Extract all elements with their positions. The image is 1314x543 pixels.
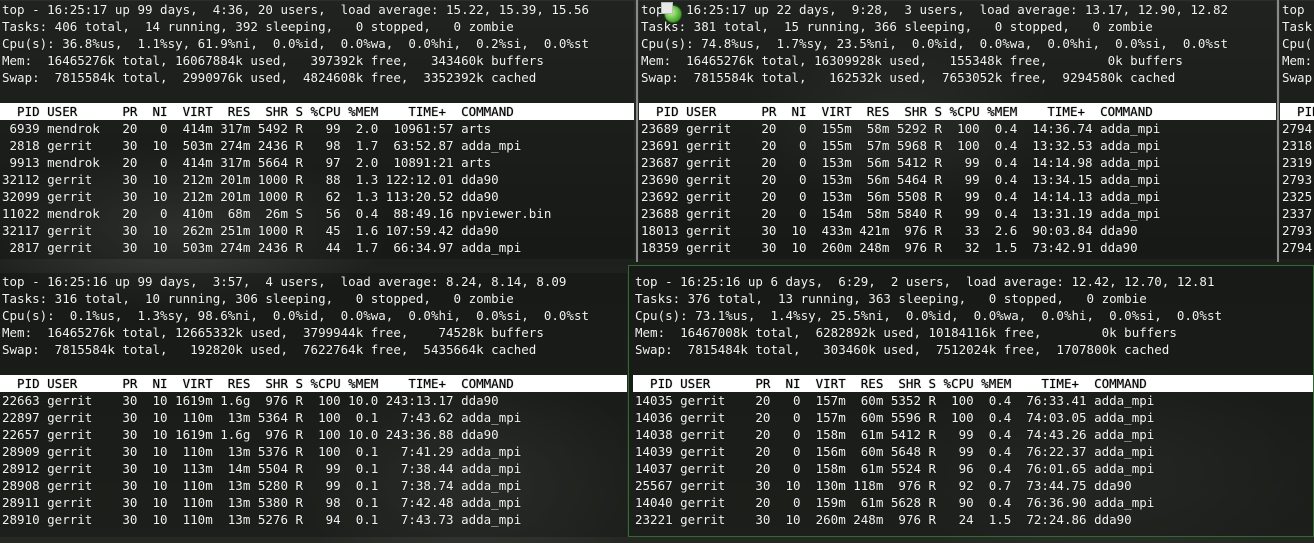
process-row: 32117 gerrit 30 10 262m 251m 1000 R 45 1… xyxy=(2,223,499,238)
process-row: 14038 gerrit 20 0 158m 61m 5412 R 99 0.4… xyxy=(635,427,1155,442)
process-row: 11022 mendrok 20 0 410m 68m 26m S 56 0.4… xyxy=(2,206,552,221)
process-row: 23690 gerrit 20 0 153m 56m 5464 R 99 0.4… xyxy=(641,172,1161,187)
window-divider xyxy=(1277,0,1279,262)
mem-line: Mem: 16465276k total, 16309928k used, 15… xyxy=(641,53,1183,68)
terminal-top-left[interactable]: top - 16:25:17 up 99 days, 4:36, 20 user… xyxy=(0,1,634,259)
tasks-line: Tasks: 406 total, 14 running, 392 sleepi… xyxy=(2,19,514,34)
terminal-clipped-right[interactable]: top Task Cpu( Mem: Swap PID 2794 2318 23… xyxy=(1280,1,1314,259)
tasks-line: Task xyxy=(1282,19,1313,34)
top-summary-line: top xyxy=(1282,2,1305,17)
process-table-header: PID USER PR NI VIRT RES SHR S %CPU %MEM … xyxy=(633,375,1313,392)
process-table-header: PID USER PR NI VIRT RES SHR S %CPU %MEM … xyxy=(0,103,634,120)
process-row: 32099 gerrit 30 10 212m 201m 1000 R 62 1… xyxy=(2,189,499,204)
cpu-line: Cpu(s): 73.1%us, 1.4%sy, 25.5%ni, 0.0%id… xyxy=(635,308,1222,323)
top-summary-line: top - 16:25:16 up 6 days, 6:29, 2 users,… xyxy=(635,274,1215,289)
process-row: 9913 mendrok 20 0 414m 317m 5664 R 97 2.… xyxy=(2,155,492,170)
window-divider xyxy=(636,0,638,262)
process-row: 23221 gerrit 30 10 260m 248m 976 R 24 1.… xyxy=(635,512,1132,527)
process-row: 23688 gerrit 20 0 154m 58m 5840 R 99 0.4… xyxy=(641,206,1161,221)
process-row: 28911 gerrit 30 10 110m 13m 5380 R 98 0.… xyxy=(2,495,522,510)
process-row: 23692 gerrit 20 0 153m 56m 5508 R 99 0.4… xyxy=(641,189,1161,204)
process-table-header: PID USER PR NI VIRT RES SHR S %CPU %MEM … xyxy=(0,375,627,392)
process-row: 2793 xyxy=(1282,172,1313,187)
mem-line: Mem: xyxy=(1282,53,1313,68)
process-row: 18359 gerrit 30 10 260m 248m 976 R 32 1.… xyxy=(641,240,1138,255)
app-window-icon[interactable] xyxy=(661,2,682,23)
swap-line: Swap xyxy=(1282,70,1313,85)
cpu-line: Cpu(s): 36.8%us, 1.1%sy, 61.9%ni, 0.0%id… xyxy=(2,36,589,51)
process-row: 23689 gerrit 20 0 155m 58m 5292 R 100 0.… xyxy=(641,121,1161,136)
mem-line: Mem: 16465276k total, 12665332k used, 37… xyxy=(2,325,544,340)
process-row: 18013 gerrit 30 10 433m 421m 976 R 33 2.… xyxy=(641,223,1138,238)
swap-line: Swap: 7815584k total, 162532k used, 7653… xyxy=(641,70,1176,85)
tasks-line: Tasks: 381 total, 15 running, 366 sleepi… xyxy=(641,19,1153,34)
process-row: 2337 xyxy=(1282,206,1313,221)
process-row: 2319 xyxy=(1282,155,1313,170)
terminal-bottom-right[interactable]: top - 16:25:16 up 6 days, 6:29, 2 users,… xyxy=(628,265,1314,537)
process-row: 23691 gerrit 20 0 155m 57m 5968 R 100 0.… xyxy=(641,138,1161,153)
terminal-bottom-left[interactable]: top - 16:25:16 up 99 days, 3:57, 4 users… xyxy=(0,273,627,537)
process-row: 28910 gerrit 30 10 110m 13m 5276 R 94 0.… xyxy=(2,512,522,527)
process-row: 22663 gerrit 30 10 1619m 1.6g 976 R 100 … xyxy=(2,393,499,408)
tasks-line: Tasks: 316 total, 10 running, 306 sleepi… xyxy=(2,291,514,306)
process-row: 14040 gerrit 20 0 159m 61m 5628 R 90 0.4… xyxy=(635,495,1155,510)
process-row: 32112 gerrit 30 10 212m 201m 1000 R 88 1… xyxy=(2,172,499,187)
cpu-line: Cpu( xyxy=(1282,36,1313,51)
process-table-header: PID USER PR NI VIRT RES SHR S %CPU %MEM … xyxy=(639,103,1276,120)
swap-line: Swap: 7815584k total, 2990976k used, 482… xyxy=(2,70,537,85)
swap-line: Swap: 7815484k total, 303460k used, 7512… xyxy=(635,342,1170,357)
process-row: 2793 xyxy=(1282,223,1313,238)
process-row: 28909 gerrit 30 10 110m 13m 5376 R 100 0… xyxy=(2,444,522,459)
process-row: 2794 xyxy=(1282,121,1313,136)
process-row: 2325 xyxy=(1282,189,1313,204)
top-summary-line: top - 16:25:16 up 99 days, 3:57, 4 users… xyxy=(2,274,567,289)
mem-line: Mem: 16465276k total, 16067884k used, 39… xyxy=(2,53,544,68)
process-row: 28912 gerrit 30 10 113m 14m 5504 R 99 0.… xyxy=(2,461,522,476)
process-row: 14039 gerrit 20 0 156m 60m 5648 R 99 0.4… xyxy=(635,444,1155,459)
terminal-top-right[interactable]: top - 16:25:17 up 22 days, 9:28, 3 users… xyxy=(639,1,1276,259)
process-row: 2794 xyxy=(1282,240,1313,255)
process-row: 6939 mendrok 20 0 414m 317m 5492 R 99 2.… xyxy=(2,121,492,136)
process-row: 14037 gerrit 20 0 158m 61m 5524 R 96 0.4… xyxy=(635,461,1155,476)
process-row: 14036 gerrit 20 0 157m 60m 5596 R 100 0.… xyxy=(635,410,1155,425)
process-row: 25567 gerrit 30 10 130m 118m 976 R 92 0.… xyxy=(635,478,1132,493)
process-row: 2318 xyxy=(1282,138,1313,153)
process-row: 14035 gerrit 20 0 157m 60m 5352 R 100 0.… xyxy=(635,393,1155,408)
top-summary-line: top - 16:25:17 up 22 days, 9:28, 3 users… xyxy=(641,2,1228,17)
process-row: 28908 gerrit 30 10 110m 13m 5280 R 99 0.… xyxy=(2,478,522,493)
swap-line: Swap: 7815584k total, 192820k used, 7622… xyxy=(2,342,537,357)
process-row: 2818 gerrit 30 10 503m 274m 2436 R 98 1.… xyxy=(2,138,522,153)
top-summary-line: top - 16:25:17 up 99 days, 4:36, 20 user… xyxy=(2,2,589,17)
cpu-line: Cpu(s): 74.8%us, 1.7%sy, 23.5%ni, 0.0%id… xyxy=(641,36,1228,51)
process-row: 22657 gerrit 30 10 1619m 1.6g 976 R 100 … xyxy=(2,427,499,442)
process-row: 2817 gerrit 30 10 503m 274m 2436 R 44 1.… xyxy=(2,240,522,255)
cpu-line: Cpu(s): 0.1%us, 1.3%sy, 98.6%ni, 0.0%id,… xyxy=(2,308,589,323)
mem-line: Mem: 16467008k total, 6282892k used, 101… xyxy=(635,325,1177,340)
process-table-header: PID xyxy=(1280,103,1314,120)
process-row: 22897 gerrit 30 10 110m 13m 5364 R 100 0… xyxy=(2,410,522,425)
tasks-line: Tasks: 376 total, 13 running, 363 sleepi… xyxy=(635,291,1147,306)
process-row: 23687 gerrit 20 0 153m 56m 5412 R 99 0.4… xyxy=(641,155,1161,170)
